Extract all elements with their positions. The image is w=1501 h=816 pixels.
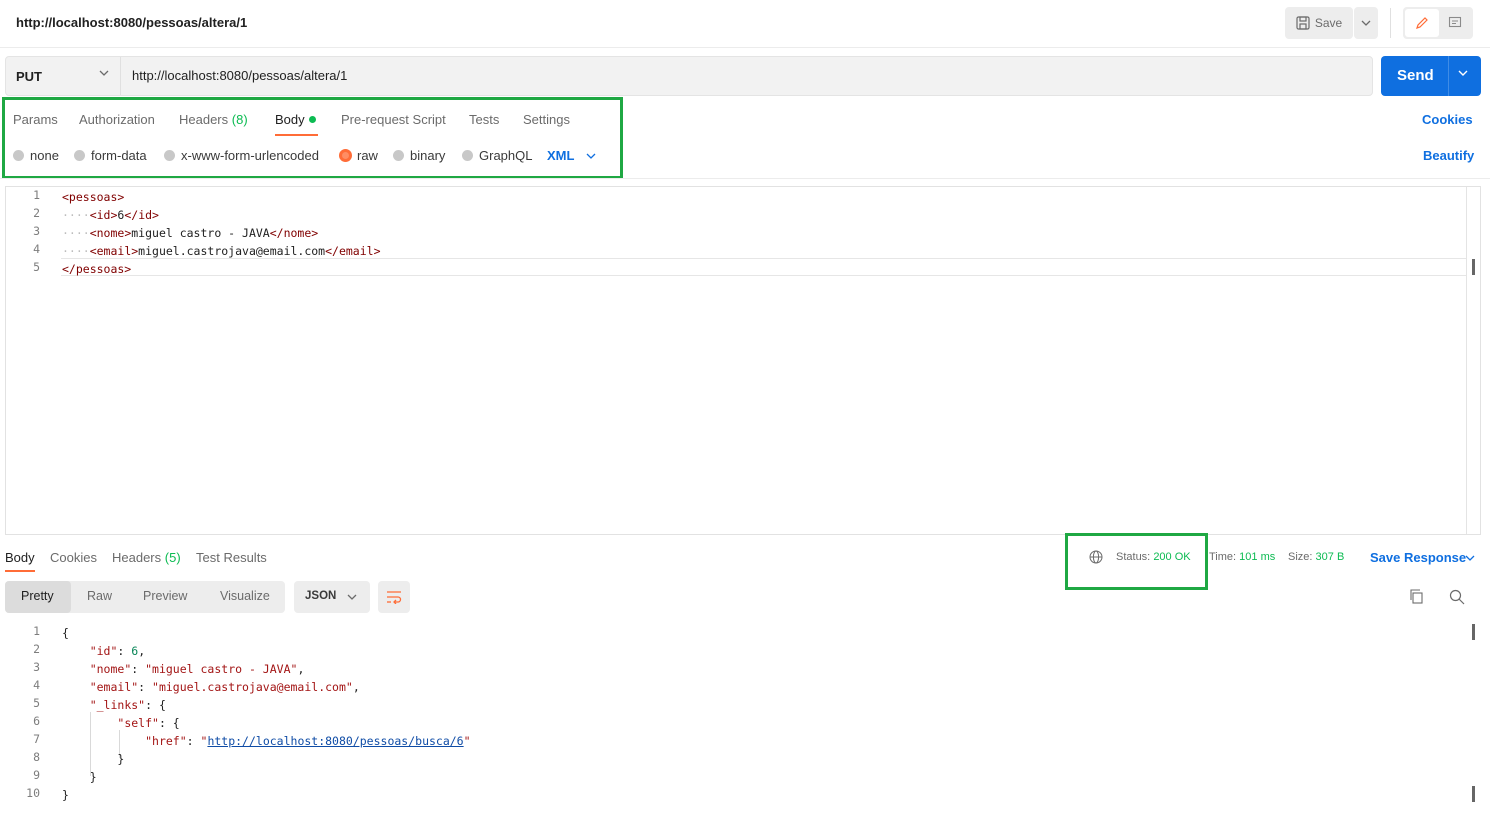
request-body-code[interactable]: <pessoas> ····<id>6</id> ····<nome>migue… [62,188,381,278]
xml-tag: <id> [89,208,118,222]
active-tab-underline [5,570,35,572]
response-headers-count: (5) [164,550,181,565]
save-dropdown-button[interactable] [1354,7,1378,39]
method-select[interactable]: PUT [16,69,42,84]
json-key: "nome" [89,662,132,676]
json-key: "id" [89,644,118,658]
highlight-box [1065,533,1208,590]
xml-tag: </nome> [269,226,319,240]
request-title[interactable]: http://localhost:8080/pessoas/altera/1 [16,15,247,30]
xml-tag: </email> [325,244,381,258]
response-tab-headers[interactable]: Headers (5) [112,550,181,565]
json-brace: { [62,626,69,640]
json-number: 6 [131,644,139,658]
response-time: Time: 101 ms [1209,551,1275,563]
divider [0,178,1490,179]
time-value: 101 ms [1239,551,1276,563]
response-tab-body[interactable]: Body [5,550,35,565]
xml-tag: </id> [124,208,159,222]
url-input[interactable]: http://localhost:8080/pessoas/altera/1 [132,68,347,83]
comment-icon [1448,16,1462,28]
json-key: "_links" [89,698,146,712]
json-key: "email" [89,680,139,694]
copy-icon[interactable] [1409,589,1424,604]
line-number: 4 [33,242,40,256]
indent-dots: ···· [62,226,90,240]
xml-tag: </pessoas> [62,262,132,276]
cookies-link[interactable]: Cookies [1422,112,1473,127]
response-line-numbers: 1 2 3 4 5 6 7 8 9 10 [0,624,40,804]
indent-dots: ···· [62,244,90,258]
size-value: 307 B [1315,551,1345,563]
line-number: 5 [33,696,40,710]
xml-tag: <pessoas> [62,190,125,204]
json-key: "href" [145,734,187,748]
response-headers-label: Headers [112,550,162,565]
divider [1448,56,1449,96]
toolbar-divider [1390,8,1391,38]
xml-tag: <email> [89,244,139,258]
response-body-code[interactable]: { "id": 6, "nome": "miguel castro - JAVA… [62,624,471,804]
format-preview-button[interactable]: Preview [143,589,187,603]
size-label: Size: [1288,551,1313,563]
json-string: "miguel castro - JAVA" [145,662,298,676]
editor-scrollbar[interactable] [1466,187,1480,534]
comments-button[interactable] [1440,9,1470,37]
line-number: 2 [33,642,40,656]
wrap-lines-button[interactable] [378,581,410,613]
xml-value: miguel castro - JAVA [131,226,270,240]
line-number: 5 [33,260,40,274]
send-label[interactable]: Send [1397,67,1434,84]
chevron-down-icon[interactable] [347,594,357,600]
wrap-icon [387,591,402,604]
response-size: Size: 307 B [1288,551,1344,563]
save-label: Save [1314,16,1343,30]
response-tab-cookies[interactable]: Cookies [50,550,97,565]
pencil-icon [1416,17,1428,29]
chevron-down-icon [1361,20,1371,26]
line-number: 6 [33,714,40,728]
line-number: 10 [26,786,40,800]
save-response-button[interactable]: Save Response [1370,550,1466,565]
json-brace: } [62,788,69,802]
format-pretty-label[interactable]: Pretty [21,589,54,603]
indent-dots: ···· [62,208,90,222]
divider [0,47,1490,48]
json-string: "http://localhost:8080/pessoas/busca/6" [200,734,471,748]
scrollbar-thumb[interactable] [1472,624,1475,640]
chevron-down-icon[interactable] [1458,70,1468,76]
scrollbar-thumb[interactable] [1472,786,1475,802]
chevron-down-icon[interactable] [1465,555,1475,561]
divider [120,57,121,95]
line-number: 8 [33,750,40,764]
request-line-numbers: 1 2 3 4 5 [0,188,40,278]
response-type-label[interactable]: JSON [305,590,336,602]
line-number: 1 [33,624,40,638]
edit-mode-button[interactable] [1405,9,1439,37]
format-raw-button[interactable]: Raw [87,589,112,603]
line-number: 3 [33,660,40,674]
save-icon [1296,16,1310,30]
line-number: 1 [33,188,40,202]
search-icon[interactable] [1449,589,1465,605]
href-link[interactable]: http://localhost:8080/pessoas/busca/6 [207,734,463,748]
beautify-link[interactable]: Beautify [1423,148,1474,163]
line-number: 9 [33,768,40,782]
highlight-box [2,97,623,179]
line-number: 3 [33,224,40,238]
response-tab-test-results[interactable]: Test Results [196,550,267,565]
line-number: 2 [33,206,40,220]
line-number: 7 [33,732,40,746]
chevron-down-icon[interactable] [99,70,109,76]
scrollbar-thumb[interactable] [1472,259,1475,275]
xml-tag: <nome> [89,226,132,240]
json-key: "self" [117,716,159,730]
line-number: 4 [33,678,40,692]
save-button[interactable]: Save [1285,7,1353,39]
xml-value: miguel.castrojava@email.com [138,244,326,258]
json-string: "miguel.castrojava@email.com" [152,680,353,694]
format-visualize-button[interactable]: Visualize [220,589,270,603]
time-label: Time: [1209,551,1237,563]
